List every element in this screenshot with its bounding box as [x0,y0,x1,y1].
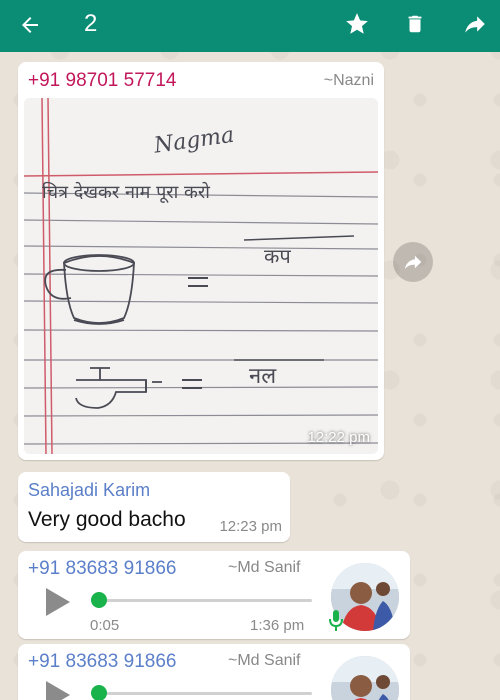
image-message[interactable]: +91 98701 57714 ~Nazni Nagma चित्र देखकर… [18,62,384,460]
handwritten-heading: चित्र देखकर नाम पूरा करो [42,181,210,203]
audio-duration: 0:05 [90,617,120,634]
arrow-left-icon [22,17,38,33]
play-icon [46,681,70,700]
avatar[interactable] [331,656,399,700]
play-button[interactable] [42,587,72,617]
audio-seek-track[interactable] [98,692,312,695]
voice-message[interactable]: +91 83683 91866 ~Md Sanif 0:05 1:36 pm [18,551,410,639]
delete-button[interactable] [400,6,430,42]
back-button[interactable] [14,9,46,41]
audio-seek-handle[interactable] [91,685,107,700]
sender-phone[interactable]: +91 83683 91866 [28,651,176,673]
trash-icon [408,15,422,33]
audio-seek-track[interactable] [98,599,312,602]
voice-message[interactable]: +91 83683 91866 ~Md Sanif [18,644,410,700]
quick-forward-button[interactable] [393,242,433,282]
handwritten-word-1: कप [264,244,291,268]
message-time: 12:23 pm [219,518,282,535]
sender-phone[interactable]: +91 83683 91866 [28,558,176,580]
sender-pushname: ~Md Sanif [228,652,301,669]
selected-count: 2 [84,10,98,37]
message-time: 12:22 pm [307,429,370,446]
forward-button[interactable] [458,6,492,42]
selection-action-bar: 2 [0,0,500,52]
sender-pushname: ~Nazni [323,72,374,89]
forward-icon [404,255,422,270]
message-photo[interactable]: Nagma चित्र देखकर नाम पूरा करो कप नल 12:… [24,98,378,454]
play-button[interactable] [42,680,72,700]
forward-icon [465,16,485,33]
sender-phone[interactable]: +91 98701 57714 [28,70,176,92]
text-message[interactable]: Sahajadi Karim Very good bacho 12:23 pm [18,472,290,542]
play-icon [46,588,70,616]
audio-seek-handle[interactable] [91,592,107,608]
message-time: 1:36 pm [250,617,305,634]
star-icon [346,13,368,34]
sender-pushname: ~Md Sanif [228,559,301,576]
star-button[interactable] [340,6,374,42]
mic-icon [328,609,344,633]
handwritten-word-2: नल [249,364,277,389]
message-body: Very good bacho [28,508,186,531]
sender-name[interactable]: Sahajadi Karim [28,479,150,501]
